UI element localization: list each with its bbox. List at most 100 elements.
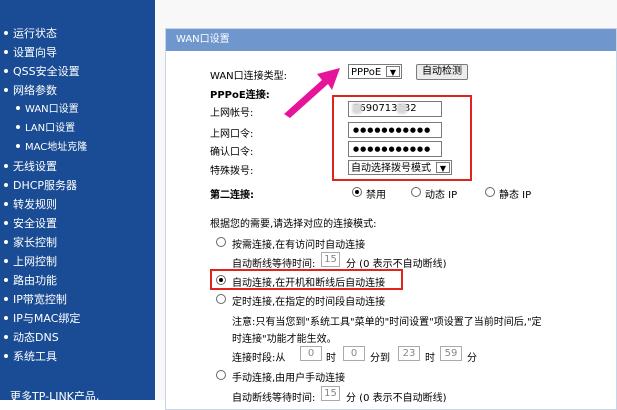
end-minute-input[interactable]: 59 [440,346,462,361]
dial-label: 特殊拨号: [210,166,254,177]
bullet-icon [4,278,8,282]
panel-title: WAN口设置 [166,29,616,51]
sidebar-item-label: IP与MAC绑定 [13,312,81,325]
mode-demand-label: 按需连接,在有访问时自动连接 [232,240,366,251]
sidebar-item-label: 网络参数 [13,84,57,97]
bullet-icon [4,316,8,320]
mode-prompt: 根据您的需要,请选择对应的连接模式: [210,219,377,230]
sidebar: 运行状态设置向导 QSS安全设置 网络参数 WAN口设置 LAN口设置 MAC地址克隆无线… [0,0,155,400]
password-label: 上网口令: [210,129,254,140]
more-products-link[interactable]: 更多TP-LINK产品, [10,388,99,404]
bullet-icon [4,164,8,168]
bullet-icon [16,144,20,148]
sidebar-item[interactable]: QSS安全设置 [0,62,80,81]
period-label: 连接时段:从 [232,353,286,364]
sidebar-item[interactable]: 网络参数 [0,81,57,100]
bullet-icon [4,240,8,244]
pppoe-section-label: PPPoE连接: [210,90,270,101]
bullet-icon [4,50,8,54]
bullet-icon [4,335,8,339]
second-connection-label: 第二连接: [210,190,254,201]
end-hour-input[interactable]: 23 [398,346,420,361]
sidebar-item[interactable]: 安全设置 [0,214,57,233]
mode-timed-label: 定时连接,在指定的时间段自动连接 [232,297,386,308]
bullet-icon [16,106,20,110]
mode-manual-radio[interactable] [216,370,226,380]
period-separator: 时 [326,353,336,364]
start-hour-input[interactable]: 0 [300,346,322,361]
sidebar-item[interactable]: 设置向导 [0,43,57,62]
second-option-label: 动态 IP [425,190,458,201]
idle2-time-input[interactable]: 15 [321,386,340,401]
sidebar-item[interactable]: IP带宽控制 [0,290,67,309]
sidebar-item[interactable]: DHCP服务器 [0,176,77,195]
sidebar-item-label: 家长控制 [13,236,57,249]
sidebar-item-label: 动态DNS [13,331,59,344]
second-static-ip-radio[interactable] [485,187,495,197]
sidebar-item-label: 设置向导 [13,46,57,59]
idle-unit-label: 分 (0 表示不自动断线) [346,259,447,270]
chevron-down-icon: ▼ [386,66,400,77]
sidebar-item-label: 路由功能 [13,274,57,287]
sidebar-item-label: IP带宽控制 [13,293,67,306]
second-option-label: 静态 IP [499,190,532,201]
period-separator: 时 [425,353,435,364]
sidebar-item[interactable]: 家长控制 [0,233,57,252]
sidebar-item[interactable]: 动态DNS [0,328,59,347]
sidebar-item-label: LAN口设置 [25,123,76,134]
account-label: 上网帐号: [210,108,254,119]
bullet-icon [4,69,8,73]
sidebar-item-label: MAC地址克隆 [25,142,88,153]
sidebar-item-label: 安全设置 [13,217,57,230]
sidebar-item[interactable]: 无线设置 [0,157,57,176]
sidebar-item[interactable]: 上网控制 [0,252,57,271]
wan-type-select[interactable]: PPPoE ▼ [348,64,402,79]
sidebar-item-label: 运行状态 [13,27,57,40]
sidebar-item-label: DHCP服务器 [13,179,78,192]
second-dynamic-ip-radio[interactable] [411,187,421,197]
second-option-label: 禁用 [366,190,386,201]
mode-timed-radio[interactable] [216,294,226,304]
wan-type-value: PPPoE [351,67,382,78]
highlight-credentials [332,95,472,181]
sidebar-item[interactable]: 运行状态 [0,24,57,43]
bullet-icon [4,354,8,358]
idle-label: 自动断线等待时间: [232,259,316,270]
start-minute-input[interactable]: 0 [343,346,365,361]
sidebar-item-label: WAN口设置 [25,104,79,115]
sidebar-item[interactable]: WAN口设置 [12,100,79,119]
period-separator: 分到 [370,353,390,364]
bullet-icon [4,202,8,206]
sidebar-item-label: 上网控制 [13,255,57,268]
sidebar-item[interactable]: LAN口设置 [12,119,75,138]
idle2-label: 自动断线等待时间: [232,393,316,404]
sidebar-item-label: QSS安全设置 [13,65,80,78]
bullet-icon [4,259,8,263]
bullet-icon [4,297,8,301]
sidebar-item-label: 转发规则 [13,198,57,211]
wan-type-label: WAN口连接类型: [210,71,288,82]
idle-time-input[interactable]: 15 [321,252,340,267]
period-separator: 分 [467,353,477,364]
bullet-icon [16,125,20,129]
auto-detect-button[interactable]: 自动检测 [416,64,468,80]
mode-demand-radio[interactable] [216,237,226,247]
sidebar-item[interactable]: 路由功能 [0,271,57,290]
sidebar-item[interactable]: MAC地址克隆 [12,138,87,157]
highlight-auto-connect [210,269,403,290]
idle2-unit-label: 分 (0 表示不自动断线) [346,393,447,404]
second-disabled-radio[interactable] [352,187,362,197]
sidebar-item[interactable]: 转发规则 [0,195,57,214]
annotation-arrow-icon [284,68,340,118]
bullet-icon [4,88,8,92]
bullet-icon [4,31,8,35]
timed-note-line-1: 注意:只有当您到"系统工具"菜单的"时间设置"项设置了当前时间后,"定 [232,317,542,328]
sidebar-item-label: 系统工具 [13,350,57,363]
sidebar-item[interactable]: IP与MAC绑定 [0,309,80,328]
mode-manual-label: 手动连接,由用户手动连接 [232,373,346,384]
timed-note-line-2: 时连接"功能才能生效。 [232,334,337,345]
bullet-icon [4,183,8,187]
sidebar-item[interactable]: 系统工具 [0,347,57,366]
main-content: WAN口设置 WAN口连接类型: PPPoE ▼ 自动检测 PPPoE连接: 上… [155,0,617,410]
confirm-label: 确认口令: [210,147,254,158]
